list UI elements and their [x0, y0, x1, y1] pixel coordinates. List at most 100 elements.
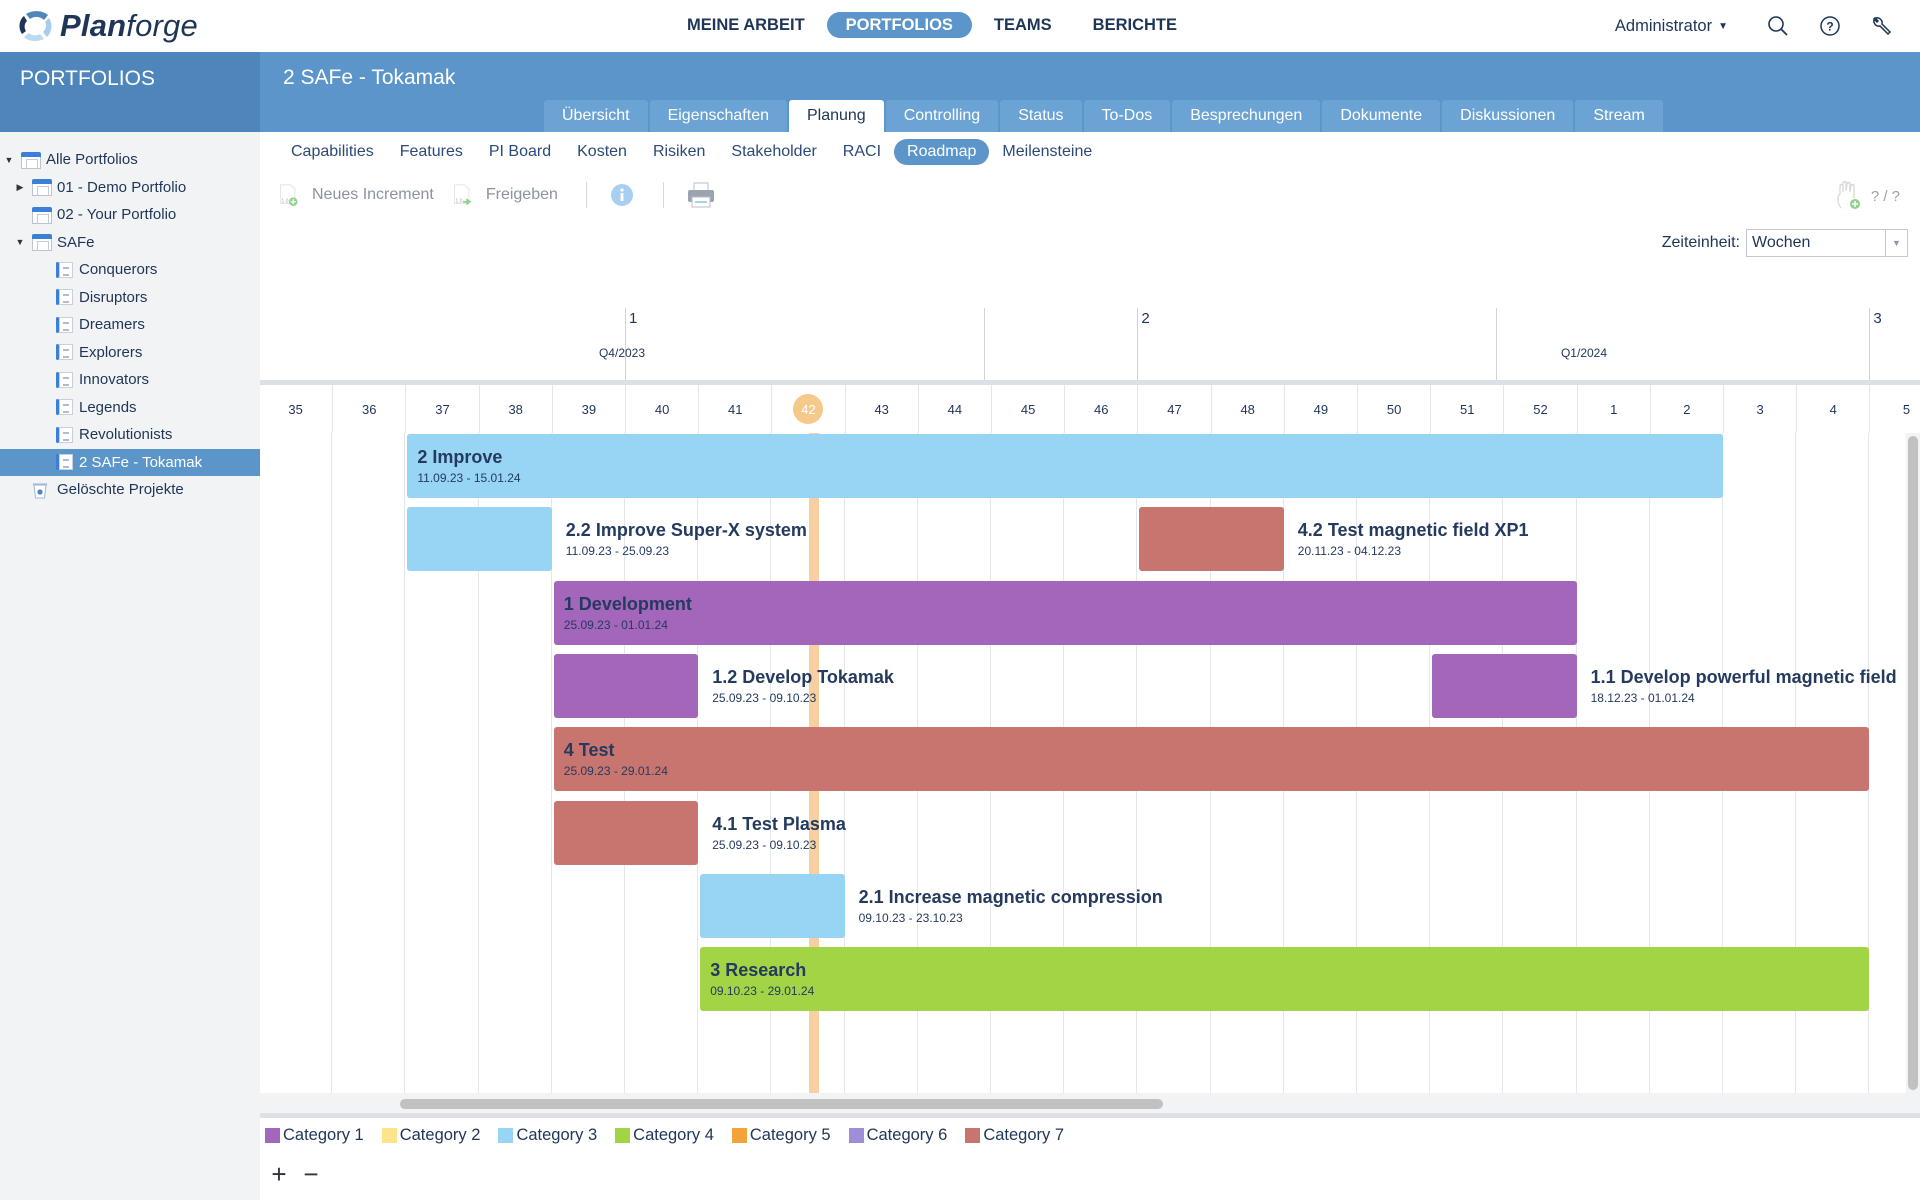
week-cell: 51 [1430, 385, 1503, 433]
assign-indicator[interactable]: ? / ? [1833, 180, 1900, 212]
time-unit-select[interactable]: Wochen ▼ [1746, 229, 1908, 257]
tree-item[interactable]: Dreamers [0, 311, 260, 339]
subnav-stakeholder[interactable]: Stakeholder [718, 139, 829, 165]
legend-label: Category 6 [866, 1126, 948, 1144]
roadmap-bar[interactable] [407, 434, 1723, 498]
week-cell: 35 [259, 385, 332, 433]
tab-planung[interactable]: Planung [788, 100, 884, 132]
project-icon-page [59, 316, 73, 333]
project-icon-page [59, 454, 73, 471]
tree-item-label: 2 SAFe - Tokamak [79, 453, 203, 471]
roadmap-bar[interactable] [700, 873, 845, 938]
tree-item[interactable]: ▶ 01 - Demo Portfolio [0, 174, 260, 202]
nav-teams[interactable]: TEAMS [975, 12, 1071, 38]
info-button[interactable] [609, 182, 635, 208]
print-button[interactable] [686, 181, 716, 209]
release-button[interactable]: 1.0 Freigeben [452, 182, 558, 208]
week-label: 1 [1610, 401, 1618, 417]
tree-item[interactable]: 2 SAFe - Tokamak [0, 448, 260, 476]
item-dates: 20.11.23 - 04.12.23 [1297, 544, 1401, 559]
roadmap-bar[interactable] [407, 507, 552, 572]
week-cell: 4 [1796, 385, 1869, 433]
roadmap-bar-label: 4 Test 25.09.23 - 29.01.24 [564, 739, 668, 778]
tab-stream[interactable]: Stream [1575, 100, 1663, 132]
week-gridline [404, 433, 406, 1093]
week-label: 44 [947, 401, 963, 417]
tree-item[interactable]: Gelöschte Projekte [0, 476, 260, 504]
zoom-out-button[interactable]: − [302, 1160, 320, 1188]
portfolio-tree: ▼ Alle Portfolios ▶ 01 - Demo Portfolio 02 -… [0, 146, 260, 504]
search-icon[interactable] [1764, 12, 1792, 40]
release-icon: 1.0 [453, 184, 472, 206]
tree-item[interactable]: Conquerors [0, 256, 260, 284]
nav-berichte[interactable]: BERICHTE [1074, 12, 1196, 38]
week-label: 35 [288, 401, 303, 417]
tree-item[interactable]: ▼ SAFe [0, 229, 260, 257]
current-week-cell: 42 [771, 385, 844, 433]
subnav-capabilities[interactable]: Capabilities [278, 139, 387, 165]
tab-dokumente[interactable]: Dokumente [1322, 100, 1441, 132]
roadmap-bar[interactable] [553, 800, 699, 865]
subnav-meilensteine[interactable]: Meilensteine [989, 139, 1105, 165]
tree-item[interactable]: Innovators [0, 366, 260, 394]
tab-diskussionen[interactable]: Diskussionen [1442, 100, 1574, 132]
item-dates: 11.09.23 - 25.09.23 [565, 544, 669, 559]
subnav-risiken[interactable]: Risiken [640, 139, 718, 165]
week-cell: 40 [625, 385, 698, 433]
tree-item[interactable]: Legends [0, 394, 260, 422]
new-increment-label: Neues Increment [312, 186, 434, 203]
project-icon [56, 371, 73, 389]
tab-todos[interactable]: To-Dos [1083, 100, 1171, 132]
increment-boundary [625, 308, 626, 380]
subnav-roadmap[interactable]: Roadmap [894, 139, 990, 165]
tab-uebersicht[interactable]: Übersicht [544, 100, 648, 132]
subnav-pi-board[interactable]: PI Board [476, 139, 564, 165]
roadmap-bar[interactable] [553, 580, 1577, 645]
tab-eigenschaften[interactable]: Eigenschaften [649, 100, 787, 132]
roadmap-toolbar: 1.0 Neues Increment 1.0 Freigeben [278, 178, 734, 212]
roadmap-bar[interactable] [553, 727, 1870, 792]
subnav-raci[interactable]: RACI [830, 139, 894, 165]
tree-item[interactable]: Disruptors [0, 284, 260, 312]
roadmap-bar-label: 2.1 Increase magnetic compression 09.10.2… [859, 886, 1163, 925]
increment-boundary [1869, 308, 1871, 380]
vertical-scroll-thumb[interactable] [1908, 436, 1918, 1090]
roadmap-bar[interactable] [1139, 507, 1284, 572]
roadmap-bar[interactable] [700, 947, 1870, 1012]
zoom-in-button[interactable]: + [270, 1160, 288, 1188]
tree-item[interactable]: ▼ Alle Portfolios [0, 146, 260, 174]
help-icon[interactable]: ? [1816, 12, 1844, 40]
planforge-logo-icon [19, 11, 52, 42]
wrench-icon[interactable] [1868, 12, 1896, 40]
expanded-caret-icon[interactable]: ▼ [15, 237, 25, 247]
roadmap-bar[interactable] [1432, 653, 1577, 718]
increment-quarter-header: 1 2 3 Q4/2023 Q1/2024 [260, 300, 1920, 380]
nav-meine-arbeit[interactable]: MEINE ARBEIT [668, 12, 824, 38]
subnav-kosten[interactable]: Kosten [564, 139, 640, 165]
horizontal-scrollbar[interactable] [260, 1093, 1920, 1113]
roadmap-bar[interactable] [553, 653, 699, 718]
tab-besprechungen[interactable]: Besprechungen [1172, 100, 1321, 132]
tab-controlling[interactable]: Controlling [885, 100, 999, 132]
vertical-scrollbar[interactable] [1906, 433, 1920, 1093]
expanded-caret-icon[interactable]: ▼ [4, 155, 14, 165]
info-icon [610, 184, 633, 206]
tree-item[interactable]: Revolutionists [0, 421, 260, 449]
logo[interactable]: Planforge [18, 6, 198, 46]
week-label: 4 [1829, 401, 1837, 417]
new-increment-button[interactable]: 1.0 Neues Increment [278, 182, 434, 208]
tree-item[interactable]: Explorers [0, 339, 260, 367]
subnav-features[interactable]: Features [387, 139, 476, 165]
tree-item[interactable]: 02 - Your Portfolio [0, 201, 260, 229]
collapsed-caret-icon[interactable]: ▶ [15, 182, 25, 193]
tree-item-label: Conquerors [79, 261, 158, 279]
time-unit-label: Zeiteinheit: [1661, 234, 1740, 251]
legend-item: Category 2 [381, 1126, 480, 1145]
item-name: 4.2 Test magnetic field XP1 [1297, 520, 1529, 541]
tab-status[interactable]: Status [1000, 100, 1082, 132]
item-name: 4 Test [563, 740, 615, 761]
nav-portfolios[interactable]: PORTFOLIOS [826, 12, 972, 38]
user-menu[interactable]: Administrator ▼ [1615, 17, 1728, 36]
horizontal-scroll-thumb[interactable] [400, 1099, 1163, 1109]
week-cell: 52 [1503, 385, 1576, 433]
